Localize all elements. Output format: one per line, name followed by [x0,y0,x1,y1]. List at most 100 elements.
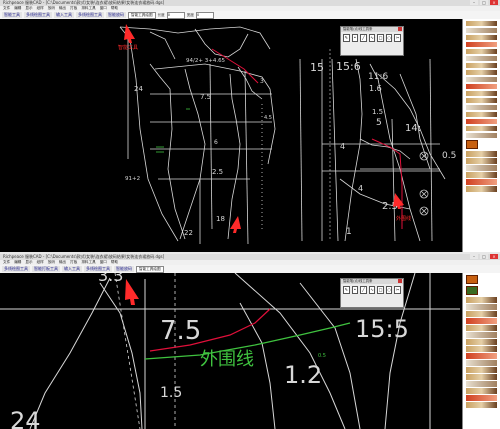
library-item[interactable] [466,325,497,331]
label-15-6: 15:6 [336,60,361,73]
tab-smart-grade[interactable]: 智能放码 [106,12,126,18]
mode-select[interactable]: 智能工具绘图 [136,265,164,273]
curve-icon[interactable]: ∿ [368,286,376,294]
tool-panel-title: 智能笔/点/线工具条 [343,279,373,283]
mode-select[interactable]: 智能工具绘图 [128,11,156,19]
library-item[interactable] [466,311,497,317]
length-label: 长度 [157,12,165,17]
library-item[interactable] [466,179,497,185]
library-item[interactable] [466,41,497,47]
length-input[interactable]: 0 [166,11,185,19]
label-15: 15 [310,61,324,74]
library-item[interactable] [466,395,497,401]
tool-panel-header[interactable]: 智能笔/点/线工具条 [341,27,403,32]
cut-icon[interactable]: ✂ [394,286,402,294]
point-icon[interactable]: • [351,34,359,42]
label-14: 14: [405,123,421,134]
panel-close-icon[interactable] [398,279,402,283]
pen-icon[interactable]: ✎ [343,286,350,294]
library-item[interactable] [466,381,497,387]
library-item[interactable] [466,111,497,117]
maximize-icon[interactable]: □ [480,0,488,5]
close-icon[interactable]: × [490,254,498,259]
library-item[interactable] [466,402,497,408]
library-tool-icon[interactable] [466,275,478,284]
library-item[interactable] [466,346,497,352]
library-item[interactable] [466,83,497,89]
close-icon[interactable]: × [490,0,498,5]
cut-icon[interactable]: ✂ [394,34,402,42]
library-item[interactable] [466,97,497,103]
annotation-top: 智能工具 [118,44,138,51]
label-1-2: 1.2 [284,361,322,389]
tab-input-tool[interactable]: 输入工具 [62,266,82,272]
library-item[interactable] [466,367,497,373]
library-item[interactable] [466,332,497,338]
library-item[interactable] [466,34,497,40]
panel-close-icon[interactable] [398,27,402,31]
label-7-5: 7.5 [160,316,201,346]
library-item[interactable] [466,62,497,68]
tab-smart-grade[interactable]: 智能放码 [114,266,134,272]
label-15-5: 15:5 [355,315,409,343]
library-item[interactable] [466,318,497,324]
minimize-icon[interactable]: – [470,0,478,5]
cad-window-bottom: Richpeace 服装CAD - [C:\Documents\款式\女装\连衣… [0,252,500,429]
library-item[interactable] [466,374,497,380]
minimize-icon[interactable]: – [470,254,478,259]
rect-icon[interactable]: □ [377,34,384,42]
library-item[interactable] [466,55,497,61]
library-item[interactable] [466,69,497,75]
library-item[interactable] [466,339,497,345]
library-item[interactable] [466,48,497,54]
main-toolbar: 智能工具 多线绘图工具 输入工具 多线绘图工具 智能放码 智能工具绘图 长度 0… [0,11,500,19]
library-tool-icon[interactable] [466,286,478,295]
library-item[interactable] [466,172,497,178]
library-item[interactable] [466,104,497,110]
maximize-icon[interactable]: □ [480,254,488,259]
library-tool-icon[interactable] [466,140,478,149]
rect-icon[interactable]: □ [377,286,384,294]
label-4-5: 4.5 [264,115,272,121]
circle-icon[interactable]: ○ [385,286,393,294]
library-item[interactable] [466,27,497,33]
tab-smart-draft-tool[interactable]: 智能打板工具 [32,266,60,272]
tab-multiline-tool[interactable]: 多线绘图工具 [2,266,30,272]
label-7-5: 7.5 [200,93,211,101]
tab-multiline-tool[interactable]: 多线绘图工具 [24,12,52,18]
smart-pen-tool-panel[interactable]: 智能笔/点/线工具条 ✎ • ╱ ∿ □ ○ ✂ [340,26,404,56]
library-item[interactable] [466,388,497,394]
library-item[interactable] [466,186,497,192]
library-item[interactable] [466,297,497,303]
library-item[interactable] [466,76,497,82]
library-item[interactable] [466,118,497,124]
library-item[interactable] [466,353,497,359]
tool-panel-header[interactable]: 智能笔/点/线工具条 [341,279,403,284]
smart-pen-tool-panel[interactable]: 智能笔/点/线工具条 ✎ • ╱ ∿ □ ○ ✂ [340,278,404,308]
tab-multiline-tool-2[interactable]: 多线绘图工具 [76,12,104,18]
library-item[interactable] [466,125,497,131]
tab-smart-tool[interactable]: 智能工具 [2,12,22,18]
library-item[interactable] [466,151,497,157]
main-toolbar: 多线绘图工具 智能打板工具 输入工具 多线绘图工具 智能放码 智能工具绘图 [0,265,500,273]
circle-icon[interactable]: ○ [385,34,393,42]
tab-multiline-tool-2[interactable]: 多线绘图工具 [84,266,112,272]
library-item[interactable] [466,165,497,171]
annotation-bottom: 外围线 [396,215,411,222]
library-item[interactable] [466,304,497,310]
style-library-panel [462,19,500,252]
tab-input-tool[interactable]: 输入工具 [54,12,74,18]
library-item[interactable] [466,158,497,164]
line-icon[interactable]: ╱ [360,286,367,294]
library-item[interactable] [466,360,497,366]
label-1-5: 1.5 [372,108,383,116]
small-green-label: 0.5 [318,353,326,359]
line-icon[interactable]: ╱ [360,34,367,42]
pen-icon[interactable]: ✎ [343,34,350,42]
curve-icon[interactable]: ∿ [368,34,376,42]
point-icon[interactable]: • [351,286,359,294]
library-item[interactable] [466,90,497,96]
library-item[interactable] [466,132,497,138]
library-item[interactable] [466,20,497,26]
width-input[interactable]: 0 [195,11,214,19]
